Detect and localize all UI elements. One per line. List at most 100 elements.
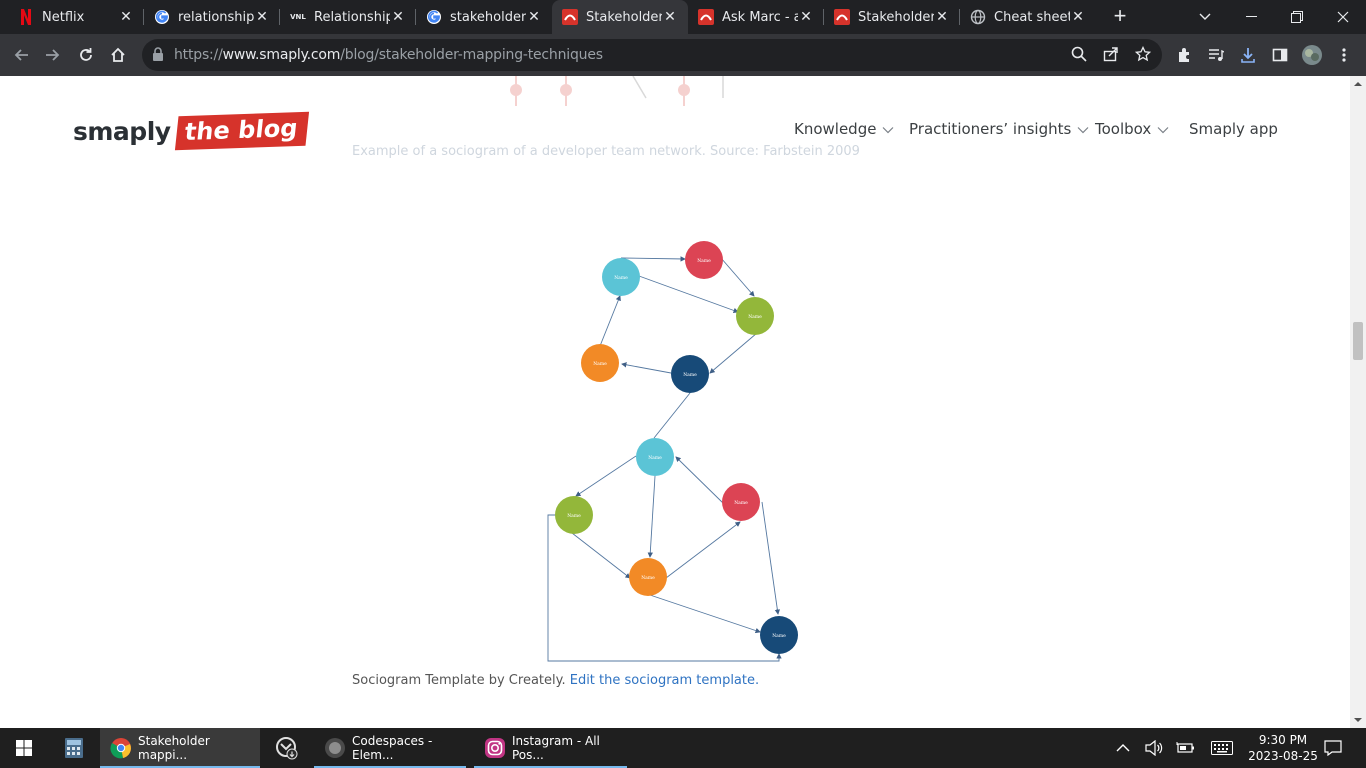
sociogram-node: Name [722, 483, 760, 521]
windows-start-icon[interactable] [0, 728, 48, 768]
clock-time: 9:30 PM [1258, 733, 1308, 747]
reload-icon[interactable] [72, 41, 100, 69]
chrome-icon [110, 737, 132, 759]
smaply-icon [562, 9, 578, 25]
sociogram-edge [709, 332, 758, 374]
taskbar-app-codespaces[interactable]: Codespaces - Elem... [314, 728, 466, 768]
smaply-icon [834, 9, 850, 25]
tab-title: Cheat sheet – [994, 9, 1070, 25]
sociogram-edge [638, 275, 739, 313]
svg-text:Name: Name [683, 372, 697, 378]
tab-title: stakeholder m [450, 9, 526, 25]
tab-title: Stakeholder m [858, 9, 934, 25]
menu-kebab-icon[interactable] [1330, 41, 1358, 69]
sociogram-edge [653, 392, 691, 439]
close-window-button[interactable] [1320, 0, 1366, 34]
google-icon [426, 9, 442, 25]
share-icon[interactable] [1103, 46, 1119, 67]
sociogram-node: Name [760, 616, 798, 654]
close-tab-icon[interactable]: ✕ [798, 9, 814, 25]
cloud-drive-icon[interactable] [264, 728, 310, 768]
zoom-icon[interactable] [1071, 46, 1087, 67]
svg-text:Name: Name [593, 361, 607, 367]
taskbar-app-instagram[interactable]: Instagram - All Pos... [474, 728, 627, 768]
tab-search-icon[interactable] [1182, 0, 1228, 34]
google-icon [154, 9, 170, 25]
close-tab-icon[interactable]: ✕ [934, 9, 950, 25]
sociogram-node: Name [581, 344, 619, 382]
sociogram-edge [649, 594, 761, 634]
side-panel-icon[interactable] [1266, 41, 1294, 69]
tab-title: Netflix [42, 9, 85, 25]
close-tab-icon[interactable]: ✕ [118, 9, 134, 25]
sociogram-edge [761, 501, 781, 615]
download-icon[interactable] [1234, 41, 1262, 69]
tab-title: Stakeholder m [586, 9, 662, 25]
restore-button[interactable] [1274, 0, 1320, 34]
edit-template-link[interactable]: Edit the sociogram template. [570, 673, 759, 688]
tray-chevron-up-icon[interactable] [1110, 728, 1136, 768]
lock-icon[interactable] [152, 47, 164, 66]
svg-text:Name: Name [748, 314, 762, 320]
sociogram-node: Name [629, 558, 667, 596]
svg-text:Name: Name [734, 500, 748, 506]
sociogram-edge [675, 456, 725, 505]
globe-icon [970, 9, 986, 25]
scroll-down-icon[interactable] [1350, 714, 1366, 726]
svg-text:Name: Name [648, 455, 662, 461]
close-tab-icon[interactable]: ✕ [254, 9, 270, 25]
minimize-button[interactable] [1228, 0, 1274, 34]
tab-stakeholder-smaply-2[interactable]: Stakeholder m ✕ [824, 0, 960, 34]
sociogram-edge [620, 256, 686, 262]
tab-ask-marc[interactable]: Ask Marc - ab ✕ [688, 0, 824, 34]
tab-netflix[interactable]: Netflix ✕ [8, 0, 144, 34]
caption-text: Sociogram Template by Creately. [352, 673, 566, 688]
forward-icon[interactable] [39, 41, 67, 69]
sociogram-edge [720, 257, 755, 297]
sociogram-node: Name [636, 438, 674, 476]
close-tab-icon[interactable]: ✕ [526, 9, 542, 25]
media-control-icon[interactable] [1202, 41, 1230, 69]
tab-relationship-google[interactable]: relationship m ✕ [144, 0, 280, 34]
tab-cheat-sheet[interactable]: Cheat sheet – ✕ [960, 0, 1096, 34]
svg-text:Name: Name [697, 258, 711, 264]
keyboard-icon[interactable] [1206, 728, 1238, 768]
sociogram-node: Name [671, 355, 709, 393]
notification-icon[interactable] [1318, 728, 1348, 768]
taskbar-app-label: Codespaces - Elem... [352, 734, 433, 762]
close-tab-icon[interactable]: ✕ [662, 9, 678, 25]
address-bar[interactable]: https://www.smaply.com/blog/stakeholder-… [142, 39, 1162, 71]
sociogram-node: Name [736, 297, 774, 335]
windows-taskbar: Stakeholder mappi... Codespaces - Elem..… [0, 728, 1366, 768]
back-icon[interactable] [7, 41, 35, 69]
page-scrollbar[interactable] [1350, 76, 1366, 728]
calculator-icon[interactable] [52, 728, 96, 768]
close-tab-icon[interactable]: ✕ [1070, 9, 1086, 25]
extensions-icon[interactable] [1170, 41, 1198, 69]
taskbar-app-label: Stakeholder mappi... [138, 734, 210, 762]
url-text[interactable]: https://www.smaply.com/blog/stakeholder-… [174, 47, 603, 63]
sociogram-node: Name [555, 496, 593, 534]
taskbar-clock[interactable]: 9:30 PM 2023-08-25 [1245, 732, 1321, 764]
new-tab-button[interactable]: + [1108, 5, 1132, 29]
svg-text:Name: Name [614, 275, 628, 281]
svg-text:Name: Name [772, 633, 786, 639]
battery-icon[interactable] [1172, 728, 1200, 768]
page-viewport: Example of a sociogram of a developer te… [0, 76, 1350, 728]
taskbar-app-label: Instagram - All Pos... [512, 734, 600, 762]
netflix-icon [18, 9, 34, 25]
scroll-up-icon[interactable] [1350, 78, 1366, 90]
volume-icon[interactable] [1140, 728, 1168, 768]
taskbar-app-stakeholder[interactable]: Stakeholder mappi... [100, 728, 260, 768]
browser-toolbar: https://www.smaply.com/blog/stakeholder-… [0, 34, 1366, 76]
tab-stakeholder-google[interactable]: stakeholder m ✕ [416, 0, 552, 34]
tab-stakeholder-smaply-active[interactable]: Stakeholder m ✕ [552, 0, 688, 34]
tab-relationship-vnl[interactable]: VNL Relationship M ✕ [280, 0, 416, 34]
chrome-profile-icon [324, 737, 346, 759]
sociogram-edge [547, 514, 782, 662]
scrollbar-thumb[interactable] [1353, 322, 1363, 360]
bookmark-star-icon[interactable] [1134, 45, 1152, 67]
home-icon[interactable] [104, 41, 132, 69]
profile-avatar-icon[interactable] [1298, 41, 1326, 69]
close-tab-icon[interactable]: ✕ [390, 9, 406, 25]
